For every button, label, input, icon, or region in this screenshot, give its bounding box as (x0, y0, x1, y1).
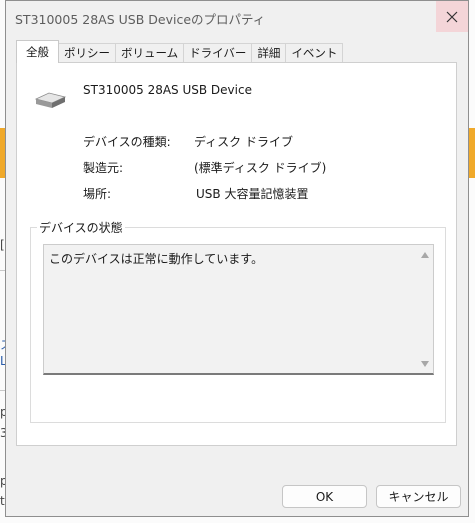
cancel-button[interactable]: キャンセル (376, 485, 461, 508)
manufacturer-value: (標準ディスク ドライブ) (194, 161, 327, 175)
close-button[interactable] (436, 1, 468, 32)
tab-strip: 全般 ポリシー ボリューム ドライバー 詳細 イベント (16, 40, 344, 63)
device-status-title: デバイスの状態 (37, 219, 125, 236)
background-fragment: t (0, 494, 5, 508)
scroll-up-arrow-icon[interactable] (421, 252, 429, 258)
tab-general[interactable]: 全般 (16, 40, 59, 63)
location-value: USB 大容量記憶装置 (196, 187, 309, 201)
tab-details[interactable]: 詳細 (251, 43, 287, 62)
location-label: 場所: (83, 187, 112, 201)
ok-button[interactable]: OK (282, 485, 367, 508)
device-name: ST310005 28AS USB Device (83, 83, 252, 97)
scroll-down-arrow-icon[interactable] (421, 361, 429, 367)
drive-icon (34, 92, 67, 108)
manufacturer-label: 製造元: (83, 161, 124, 175)
properties-dialog: ST310005 28AS USB Deviceのプロパティ 全般 ポリシー ボ… (5, 0, 469, 517)
device-type-value: ディスク ドライブ (194, 135, 293, 149)
tab-events[interactable]: イベント (285, 43, 344, 62)
device-status-group: デバイスの状態 このデバイスは正常に動作しています。 (30, 219, 446, 423)
tab-policy[interactable]: ポリシー (58, 43, 116, 62)
window-title: ST310005 28AS USB Deviceのプロパティ (15, 12, 266, 27)
device-status-textbox[interactable]: このデバイスは正常に動作しています。 (43, 244, 434, 375)
title-bar[interactable]: ST310005 28AS USB Deviceのプロパティ (6, 1, 468, 33)
device-type-label: デバイスの種類: (83, 135, 171, 149)
general-tab-panel: ST310005 28AS USB Device デバイスの種類: ディスク ド… (16, 62, 457, 446)
device-status-text: このデバイスは正常に動作しています。 (49, 252, 264, 266)
tab-volumes[interactable]: ボリューム (115, 43, 185, 62)
background-accent-right (469, 128, 475, 178)
background-fragment: [ (0, 238, 5, 252)
close-icon (446, 11, 458, 22)
tab-driver[interactable]: ドライバー (183, 43, 253, 62)
